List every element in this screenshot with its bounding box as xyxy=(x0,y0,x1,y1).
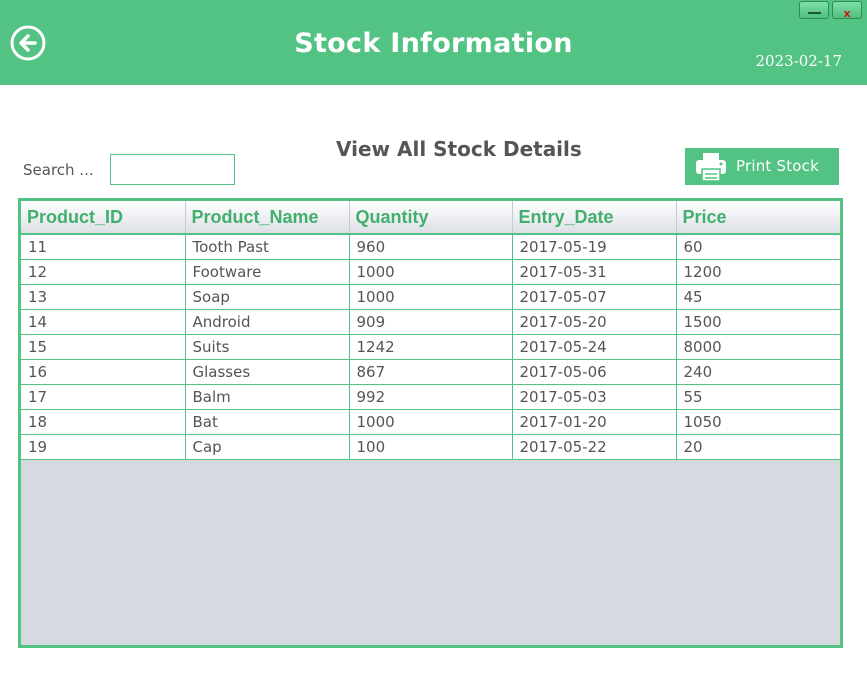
table-cell: 2017-05-24 xyxy=(511,333,677,360)
column-header[interactable]: Quantity xyxy=(349,201,513,235)
table-cell: Balm xyxy=(184,383,350,410)
table-row[interactable]: 13 Soap 1000 2017-05-07 45 xyxy=(21,283,840,310)
table-cell: Suits xyxy=(184,333,350,360)
table-row[interactable]: 15 Suits 1242 2017-05-24 8000 xyxy=(21,333,840,360)
table-cell: Android xyxy=(184,308,350,335)
table-cell: 2017-05-07 xyxy=(511,283,677,310)
table-cell: 2017-01-20 xyxy=(511,408,677,435)
table-cell: 45 xyxy=(675,283,840,310)
current-date: 2023-02-17 xyxy=(755,52,842,70)
table-cell: Soap xyxy=(184,283,350,310)
table-cell: 12 xyxy=(21,258,186,285)
table-cell: 19 xyxy=(21,433,186,460)
search-label: Search ... xyxy=(23,161,94,179)
table-cell: 15 xyxy=(21,333,186,360)
table-cell: 18 xyxy=(21,408,186,435)
table-cell: 17 xyxy=(21,383,186,410)
table-row[interactable]: 14 Android 909 2017-05-20 1500 xyxy=(21,308,840,335)
table-cell: 16 xyxy=(21,358,186,385)
table-cell: 1050 xyxy=(675,408,840,435)
table-row[interactable]: 17 Balm 992 2017-05-03 55 xyxy=(21,383,840,410)
stock-table[interactable]: Product_ID Product_Name Quantity Entry_D… xyxy=(18,198,843,648)
table-cell: 240 xyxy=(675,358,840,385)
close-button[interactable]: x xyxy=(832,1,862,20)
table-cell: 867 xyxy=(348,358,513,385)
table-cell: Footware xyxy=(184,258,350,285)
table-cell: 1000 xyxy=(348,258,513,285)
minimize-button[interactable] xyxy=(799,1,829,19)
table-cell: 909 xyxy=(348,308,513,335)
table-cell: 1200 xyxy=(675,258,840,285)
printer-icon xyxy=(696,153,726,182)
table-cell: 992 xyxy=(348,383,513,410)
table-cell: 1500 xyxy=(675,308,840,335)
table-cell: Glasses xyxy=(184,358,350,385)
table-cell: 2017-05-03 xyxy=(511,383,677,410)
table-row[interactable]: 18 Bat 1000 2017-01-20 1050 xyxy=(21,408,840,435)
table-cell: 13 xyxy=(21,283,186,310)
table-cell: 11 xyxy=(21,233,186,260)
table-cell: Bat xyxy=(184,408,350,435)
table-cell: 1000 xyxy=(348,283,513,310)
page-title: Stock Information xyxy=(294,28,573,59)
table-cell: 2017-05-31 xyxy=(511,258,677,285)
table-cell: Cap xyxy=(184,433,350,460)
table-cell: 2017-05-22 xyxy=(511,433,677,460)
table-cell: Tooth Past xyxy=(184,233,350,260)
table-row[interactable]: 11 Tooth Past 960 2017-05-19 60 xyxy=(21,233,840,260)
table-row[interactable]: 12 Footware 1000 2017-05-31 1200 xyxy=(21,258,840,285)
section-heading: View All Stock Details xyxy=(336,137,582,161)
column-header[interactable]: Entry_Date xyxy=(512,201,677,235)
print-stock-label: Print Stock xyxy=(736,157,819,175)
column-header[interactable]: Price xyxy=(676,201,840,235)
table-cell: 2017-05-20 xyxy=(511,308,677,335)
print-stock-button[interactable]: Print Stock xyxy=(685,148,839,185)
close-icon: x xyxy=(843,7,851,20)
table-cell: 20 xyxy=(675,433,840,460)
table-cell: 14 xyxy=(21,308,186,335)
search-input[interactable] xyxy=(110,154,235,185)
table-cell: 960 xyxy=(348,233,513,260)
table-cell: 8000 xyxy=(675,333,840,360)
table-row[interactable]: 19 Cap 100 2017-05-22 20 xyxy=(21,433,840,460)
table-cell: 100 xyxy=(348,433,513,460)
table-cell: 2017-05-06 xyxy=(511,358,677,385)
table-cell: 60 xyxy=(675,233,840,260)
column-header[interactable]: Product_ID xyxy=(21,201,186,235)
table-cell: 55 xyxy=(675,383,840,410)
table-body: 11 Tooth Past 960 2017-05-19 60 12 Footware 100… xyxy=(21,233,840,460)
table-header-row: Product_ID Product_Name Quantity Entry_D… xyxy=(21,201,840,235)
table-cell: 1242 xyxy=(348,333,513,360)
table-row[interactable]: 16 Glasses 867 2017-05-06 240 xyxy=(21,358,840,385)
table-cell: 2017-05-19 xyxy=(511,233,677,260)
table-cell: 1000 xyxy=(348,408,513,435)
header-bar: Stock Information 2023-02-17 x xyxy=(0,0,867,85)
column-header[interactable]: Product_Name xyxy=(185,201,350,235)
